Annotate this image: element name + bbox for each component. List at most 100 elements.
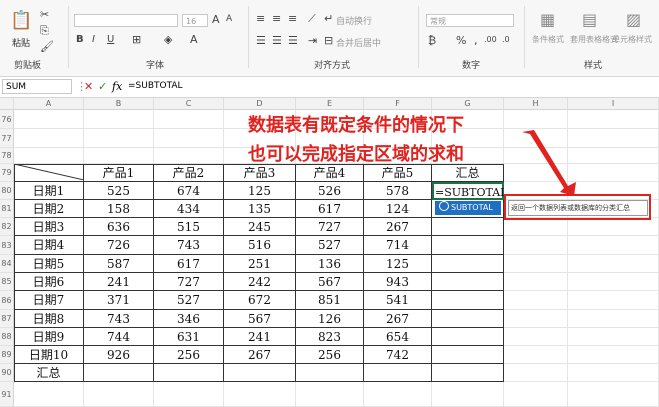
- grid-cell[interactable]: [504, 273, 568, 291]
- table-value-cell[interactable]: 851: [296, 291, 364, 310]
- grid-cell[interactable]: [568, 328, 659, 346]
- grid-cell[interactable]: [504, 310, 568, 328]
- grid-cell[interactable]: [154, 148, 224, 164]
- align-center-icon[interactable]: ☰: [272, 34, 282, 47]
- grid-cell[interactable]: [504, 218, 568, 236]
- enter-icon[interactable]: ✓: [98, 79, 107, 94]
- row-header[interactable]: 85: [0, 273, 14, 291]
- comma-icon[interactable]: ,: [474, 34, 478, 47]
- grid-cell[interactable]: [504, 364, 568, 382]
- align-bottom-icon[interactable]: ≡: [288, 12, 297, 25]
- increase-decimal-icon[interactable]: .00: [484, 35, 497, 44]
- table-value-cell[interactable]: 636: [84, 218, 154, 236]
- table-value-cell[interactable]: 125: [364, 255, 432, 273]
- table-value-cell[interactable]: 823: [296, 328, 364, 346]
- column-header[interactable]: F: [364, 98, 432, 110]
- row-label-cell[interactable]: 日期2: [14, 200, 84, 218]
- table-value-cell[interactable]: 587: [84, 255, 154, 273]
- table-value-cell[interactable]: 516: [224, 236, 296, 255]
- table-value-cell[interactable]: 527: [154, 291, 224, 310]
- table-value-cell[interactable]: 617: [154, 255, 224, 273]
- grid-cell[interactable]: [154, 129, 224, 148]
- copy-icon[interactable]: ⎘: [40, 24, 49, 38]
- grid-cell[interactable]: [504, 382, 568, 407]
- font-color-icon[interactable]: A: [190, 33, 198, 46]
- table-value-cell[interactable]: 714: [364, 236, 432, 255]
- table-value-cell[interactable]: 267: [224, 346, 296, 364]
- table-value-cell[interactable]: 346: [154, 310, 224, 328]
- fill-color-icon[interactable]: ◈: [164, 33, 172, 46]
- conditional-format-button[interactable]: 条件格式: [532, 34, 564, 45]
- table-value-cell[interactable]: 631: [154, 328, 224, 346]
- row-label-cell[interactable]: 日期8: [14, 310, 84, 328]
- cancel-icon[interactable]: ✕: [84, 79, 93, 94]
- grid-cell[interactable]: [504, 110, 568, 129]
- table-value-cell[interactable]: 654: [364, 328, 432, 346]
- border-icon[interactable]: ⊞: [132, 33, 141, 46]
- table-value-cell[interactable]: 267: [364, 310, 432, 328]
- row-header[interactable]: 79: [0, 164, 14, 182]
- decrease-decimal-icon[interactable]: .0: [502, 35, 510, 44]
- row-header[interactable]: 80: [0, 182, 14, 200]
- table-value-cell[interactable]: 267: [364, 218, 432, 236]
- table-value-cell[interactable]: 242: [224, 273, 296, 291]
- orientation-icon[interactable]: ⟋: [308, 12, 316, 26]
- table-value-cell[interactable]: [432, 328, 504, 346]
- align-right-icon[interactable]: ☰: [288, 34, 298, 47]
- table-value-cell[interactable]: 135: [224, 200, 296, 218]
- grid-cell[interactable]: [504, 346, 568, 364]
- merge-icon[interactable]: ⊟: [324, 34, 333, 47]
- grid-cell[interactable]: [568, 255, 659, 273]
- column-header[interactable]: H: [504, 98, 568, 110]
- table-value-cell[interactable]: [432, 310, 504, 328]
- wrap-text-button[interactable]: 自动换行: [336, 14, 372, 27]
- paste-button[interactable]: 粘贴: [12, 36, 30, 49]
- table-value-cell[interactable]: [432, 255, 504, 273]
- table-value-cell[interactable]: 943: [364, 273, 432, 291]
- bold-icon[interactable]: B: [76, 34, 84, 45]
- table-value-cell[interactable]: 541: [364, 291, 432, 310]
- format-painter-icon[interactable]: 🖌: [40, 40, 54, 53]
- grid-cell[interactable]: [14, 110, 84, 129]
- align-middle-icon[interactable]: ≡: [272, 12, 281, 25]
- insert-function-icon[interactable]: fx: [112, 79, 122, 94]
- row-header[interactable]: 84: [0, 255, 14, 273]
- indent-icon[interactable]: ⇥: [308, 34, 317, 47]
- table-value-cell[interactable]: 125: [224, 182, 296, 200]
- table-value-cell[interactable]: 371: [84, 291, 154, 310]
- table-value-cell[interactable]: 527: [296, 236, 364, 255]
- decrease-font-icon[interactable]: A: [226, 14, 232, 24]
- row-header[interactable]: 88: [0, 328, 14, 346]
- row-header[interactable]: 83: [0, 236, 14, 255]
- row-label-cell[interactable]: 日期6: [14, 273, 84, 291]
- grid-cell[interactable]: [568, 218, 659, 236]
- table-value-cell[interactable]: 158: [84, 200, 154, 218]
- grid-cell[interactable]: [14, 382, 84, 407]
- grid-cell[interactable]: [14, 129, 84, 148]
- name-box[interactable]: SUM: [2, 79, 72, 94]
- percent-icon[interactable]: %: [456, 34, 466, 47]
- table-value-cell[interactable]: 126: [296, 310, 364, 328]
- table-style-icon[interactable]: ▤: [582, 10, 597, 29]
- autocomplete-item[interactable]: SUBTOTAL: [435, 201, 501, 215]
- font-name-combo[interactable]: [74, 14, 178, 27]
- column-header[interactable]: D: [224, 98, 296, 110]
- table-value-cell[interactable]: [432, 291, 504, 310]
- currency-icon[interactable]: ₿: [428, 34, 436, 47]
- row-label-cell[interactable]: 日期10: [14, 346, 84, 364]
- grid-cell[interactable]: [84, 110, 154, 129]
- grid-cell[interactable]: [568, 129, 659, 148]
- column-header[interactable]: I: [568, 98, 659, 110]
- underline-icon[interactable]: U: [107, 34, 114, 45]
- table-header-cell[interactable]: 产品4: [296, 164, 364, 182]
- table-value-cell[interactable]: 124: [364, 200, 432, 218]
- grid-cell[interactable]: [14, 148, 84, 164]
- table-value-cell[interactable]: [432, 273, 504, 291]
- table-value-cell[interactable]: 245: [224, 218, 296, 236]
- row-header[interactable]: 78: [0, 148, 14, 164]
- grid-cell[interactable]: [568, 273, 659, 291]
- merge-center-button[interactable]: 合并后居中: [336, 36, 381, 49]
- row-label-cell[interactable]: 日期1: [14, 182, 84, 200]
- diagonal-header-cell[interactable]: [14, 164, 84, 182]
- table-value-cell[interactable]: 744: [84, 328, 154, 346]
